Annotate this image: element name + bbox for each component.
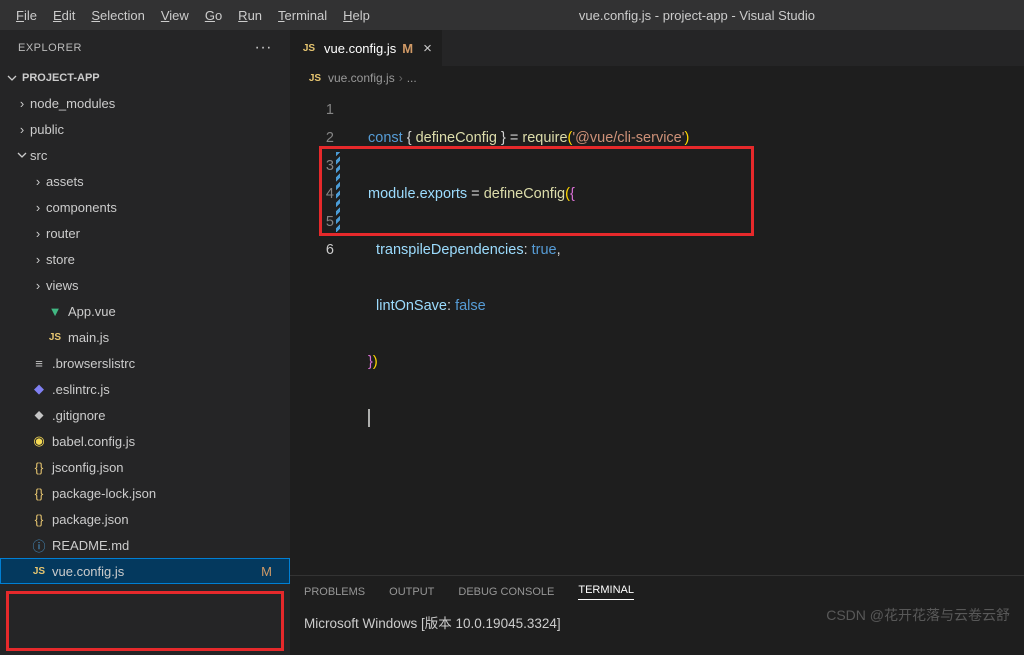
chevron-down-icon: [4, 70, 20, 86]
file-main-js[interactable]: JSmain.js: [0, 324, 290, 350]
folder-router[interactable]: ›router: [0, 220, 290, 246]
file-eslintrc[interactable]: ◆.eslintrc.js: [0, 376, 290, 402]
terminal-line: Microsoft Windows [版本 10.0.19045.3324]: [304, 612, 1010, 632]
window-title: vue.config.js - project-app - Visual Stu…: [378, 8, 1016, 23]
menu-view[interactable]: View: [153, 0, 197, 30]
folder-node-modules[interactable]: ›node_modules: [0, 90, 290, 116]
editor-tabs: JS vue.config.js M ×: [290, 30, 1024, 66]
folder-store[interactable]: ›store: [0, 246, 290, 272]
folder-public[interactable]: ›public: [0, 116, 290, 142]
info-icon: ⓘ: [30, 536, 48, 555]
bottom-panel: PROBLEMS OUTPUT DEBUG CONSOLE TERMINAL M…: [290, 575, 1024, 655]
file-browserslistrc[interactable]: ≡.browserslistrc: [0, 350, 290, 376]
modified-badge: M: [402, 41, 413, 56]
json-icon: {}: [30, 486, 48, 501]
file-jsconfig[interactable]: {}jsconfig.json: [0, 454, 290, 480]
menu-run[interactable]: Run: [230, 0, 270, 30]
js-icon: JS: [300, 43, 318, 54]
folder-assets[interactable]: ›assets: [0, 168, 290, 194]
code-editor[interactable]: 1 2 3 4 5 6 const { defineConfig } = req…: [290, 90, 1024, 575]
panel-tab-debug-console[interactable]: DEBUG CONSOLE: [458, 586, 554, 598]
file-gitignore[interactable]: ⬥.gitignore: [0, 402, 290, 428]
list-icon: ≡: [30, 356, 48, 371]
more-actions-icon[interactable]: ···: [255, 39, 272, 57]
menu-bar: File Edit Selection View Go Run Terminal…: [0, 0, 1024, 30]
json-icon: {}: [30, 460, 48, 475]
vue-icon: ▼: [46, 304, 64, 319]
js-icon: JS: [30, 566, 48, 577]
panel-tab-output[interactable]: OUTPUT: [389, 586, 434, 598]
editor-area: JS vue.config.js M × JS vue.config.js › …: [290, 30, 1024, 655]
file-package-lock[interactable]: {}package-lock.json: [0, 480, 290, 506]
code-content: const { defineConfig } = require('@vue/c…: [368, 96, 689, 488]
file-babel-config[interactable]: ◉babel.config.js: [0, 428, 290, 454]
breadcrumb-file: vue.config.js: [328, 71, 395, 85]
chevron-down-icon: [16, 149, 28, 161]
line-gutter: 1 2 3 4 5 6: [290, 96, 352, 264]
panel-tab-problems[interactable]: PROBLEMS: [304, 586, 365, 598]
folder-src[interactable]: src: [0, 142, 290, 168]
explorer-sidebar: EXPLORER ··· PROJECT-APP ›node_modules ›…: [0, 30, 290, 655]
terminal-output[interactable]: Microsoft Windows [版本 10.0.19045.3324]: [290, 608, 1024, 655]
eslint-icon: ◆: [30, 381, 48, 397]
menu-file[interactable]: File: [8, 0, 45, 30]
git-icon: ⬥: [30, 407, 48, 423]
menu-terminal[interactable]: Terminal: [270, 0, 335, 30]
chevron-right-icon: ›: [399, 71, 403, 85]
annotation-box: [6, 591, 284, 651]
menu-help[interactable]: Help: [335, 0, 378, 30]
project-header[interactable]: PROJECT-APP: [0, 66, 290, 90]
project-name: PROJECT-APP: [22, 72, 100, 84]
menu-selection[interactable]: Selection: [83, 0, 152, 30]
file-vue-config[interactable]: JSvue.config.jsM: [0, 558, 290, 584]
js-icon: JS: [46, 332, 64, 343]
json-icon: {}: [30, 512, 48, 527]
tab-label: vue.config.js: [324, 41, 396, 56]
explorer-title: EXPLORER: [18, 42, 82, 54]
menu-go[interactable]: Go: [197, 0, 230, 30]
file-readme[interactable]: ⓘREADME.md: [0, 532, 290, 558]
js-icon: JS: [306, 73, 324, 84]
folder-components[interactable]: ›components: [0, 194, 290, 220]
modified-badge: M: [261, 564, 272, 579]
file-tree: ›node_modules ›public src ›assets ›compo…: [0, 90, 290, 586]
breadcrumb-symbol: ...: [407, 71, 417, 85]
panel-tab-terminal[interactable]: TERMINAL: [578, 584, 634, 600]
file-app-vue[interactable]: ▼App.vue: [0, 298, 290, 324]
folder-views[interactable]: ›views: [0, 272, 290, 298]
menu-edit[interactable]: Edit: [45, 0, 83, 30]
close-icon[interactable]: ×: [423, 40, 432, 57]
breadcrumb[interactable]: JS vue.config.js › ...: [290, 66, 1024, 90]
tab-vue-config[interactable]: JS vue.config.js M ×: [290, 30, 443, 66]
babel-icon: ◉: [30, 433, 48, 449]
file-package-json[interactable]: {}package.json: [0, 506, 290, 532]
text-cursor: [368, 409, 370, 427]
